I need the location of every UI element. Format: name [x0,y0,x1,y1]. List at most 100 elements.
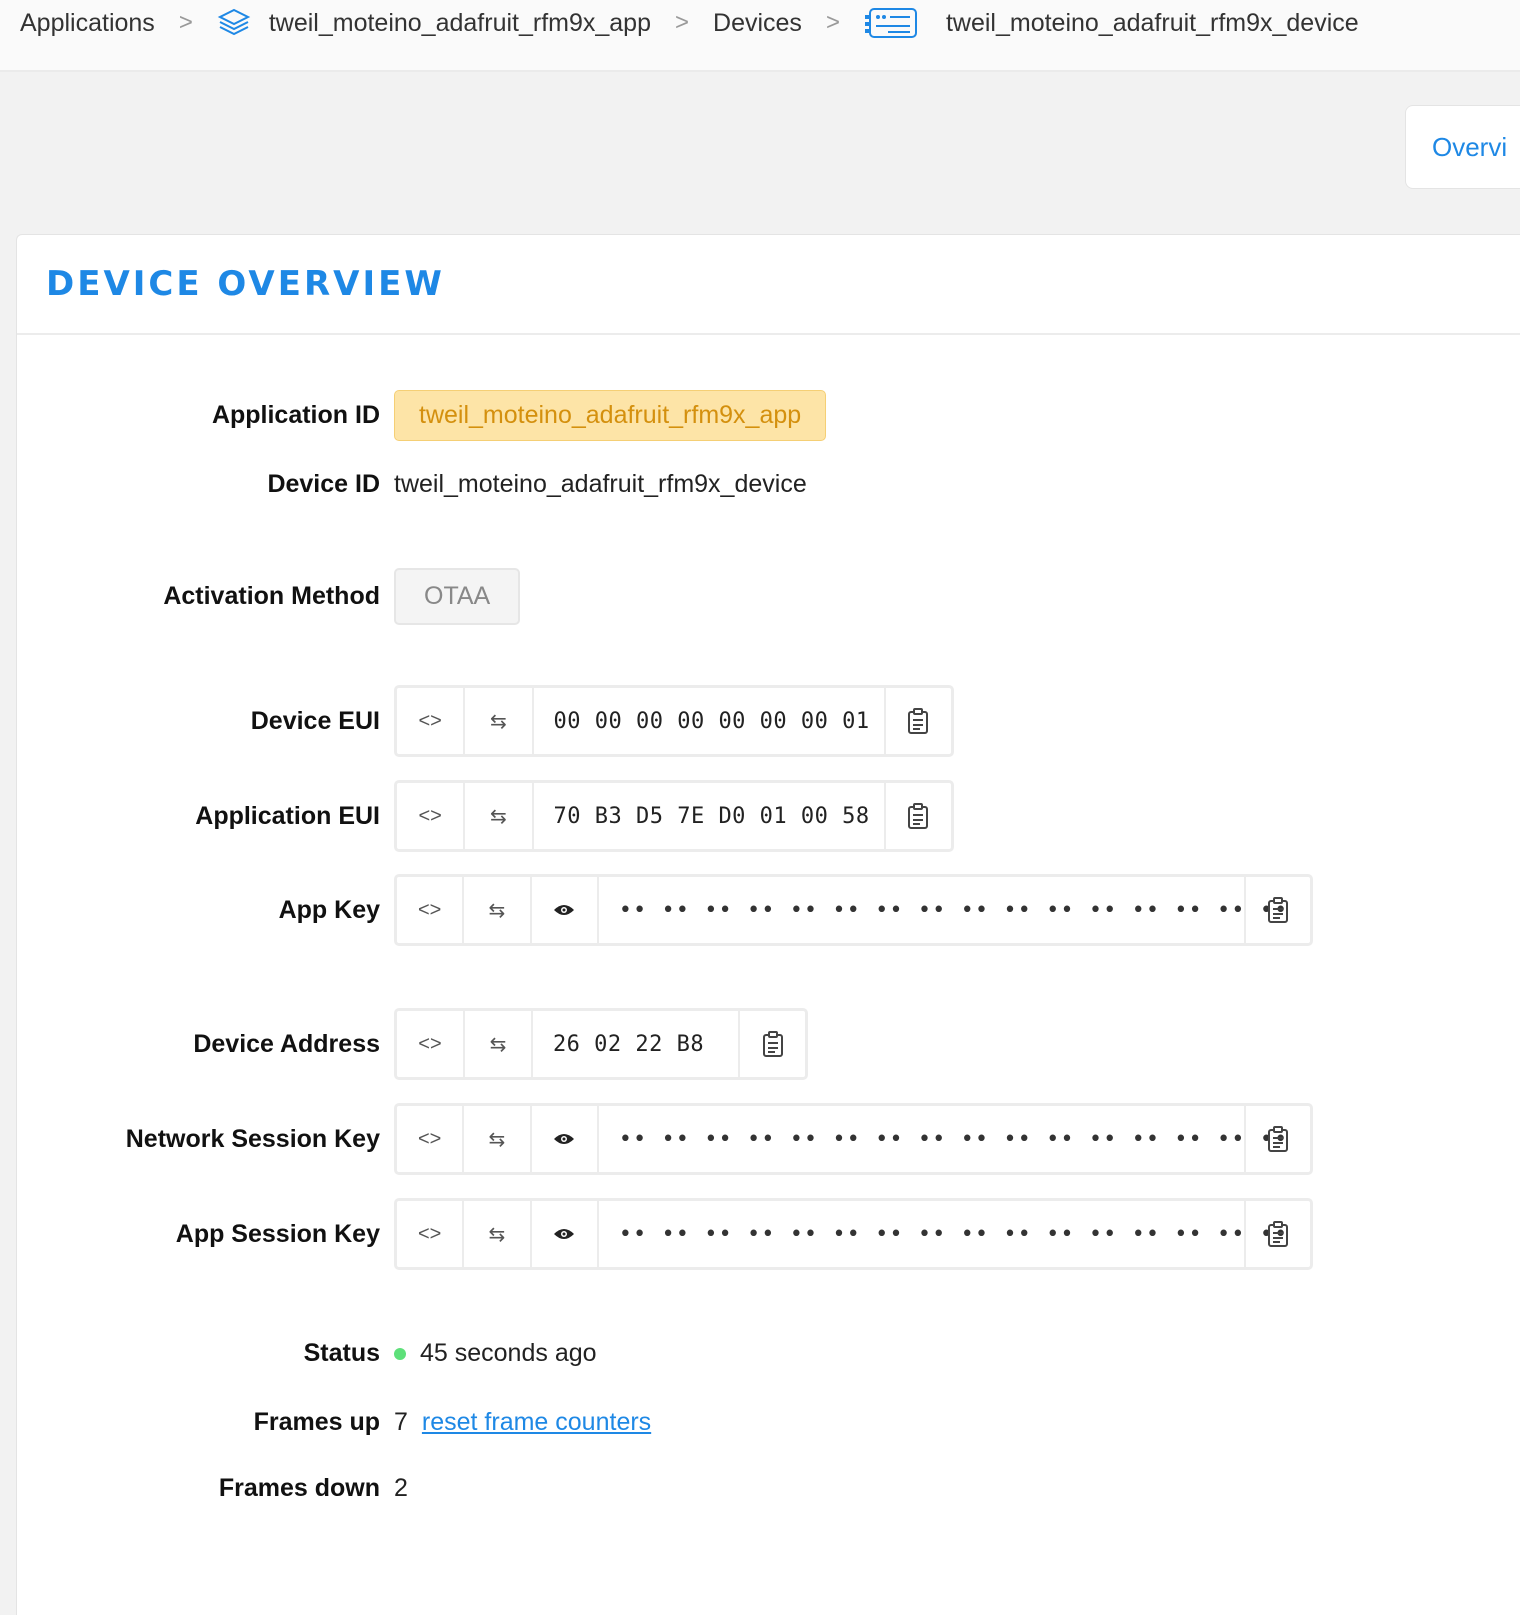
byte-order-button[interactable]: ⇆ [465,1011,533,1077]
swap-icon: ⇆ [488,1223,506,1246]
status-dot-icon [394,1347,406,1360]
page-title: DEVICE OVERVIEW [46,264,445,304]
app-key-label: App Key [278,895,380,924]
device-overview-panel: DEVICE OVERVIEW Application ID tweil_mot… [16,234,1520,1615]
device-eui-label: Device EUI [250,706,380,735]
application-eui-field: <> ⇆ 70 B3 D5 7E D0 01 00 58 [394,780,954,852]
breadcrumb-device[interactable]: tweil_moteino_adafruit_rfm9x_device [946,9,1359,38]
app-key-field: <> ⇆ •• •• •• •• •• •• •• •• •• •• •• ••… [394,874,1313,946]
copy-button[interactable] [1246,1106,1310,1172]
show-key-button[interactable] [532,877,599,943]
eye-icon [554,1229,575,1239]
clipboard-icon [908,708,929,734]
status-value: 45 seconds ago [420,1339,597,1367]
show-key-button[interactable] [532,1106,599,1172]
app-key-value: •• •• •• •• •• •• •• •• •• •• •• •• •• •… [599,877,1287,943]
code-icon: <> [418,709,442,732]
tab-overview[interactable]: Overvi [1405,105,1520,189]
swap-icon: ⇆ [488,899,506,922]
copy-button[interactable] [1246,877,1310,943]
application-id-tag[interactable]: tweil_moteino_adafruit_rfm9x_app [394,390,827,441]
device-address-label: Device Address [193,1029,380,1058]
code-icon: <> [418,1032,442,1055]
application-id-row: Application ID tweil_moteino_adafruit_rf… [17,390,827,441]
application-eui-label: Application EUI [195,801,380,830]
code-format-button[interactable]: <> [397,1106,465,1172]
device-id-row: Device ID tweil_moteino_adafruit_rfm9x_d… [17,470,807,499]
chevron-right-icon: > [178,9,193,36]
device-eui-value: 00 00 00 00 00 00 00 01 [534,688,886,754]
frames-up-label: Frames up [253,1408,380,1436]
breadcrumb: Applications > tweil_moteino_adafruit_rf… [20,0,1359,46]
device-eui-row: Device EUI <> ⇆ 00 00 00 00 00 00 00 01 [17,685,954,757]
byte-order-button[interactable]: ⇆ [465,783,534,849]
activation-method-label: Activation Method [163,582,380,610]
application-id-label: Application ID [211,401,380,429]
copy-button[interactable] [886,783,951,849]
swap-icon: ⇆ [489,1033,507,1056]
code-icon: <> [418,804,442,827]
application-eui-row: Application EUI <> ⇆ 70 B3 D5 7E D0 01 0… [17,780,954,852]
copy-button[interactable] [1246,1201,1310,1267]
tab-overview-label: Overvi [1432,131,1508,162]
code-icon: <> [417,898,442,921]
app-session-key-value: •• •• •• •• •• •• •• •• •• •• •• •• •• •… [599,1201,1287,1267]
status-row: Status 45 seconds ago [17,1339,597,1368]
frames-up-row: Frames up 7 reset frame counters [17,1408,652,1437]
code-format-button[interactable]: <> [397,1011,465,1077]
reset-frame-counters-link[interactable]: reset frame counters [422,1408,651,1437]
byte-order-button[interactable]: ⇆ [464,1106,532,1172]
byte-order-button[interactable]: ⇆ [464,1201,532,1267]
frames-down-row: Frames down 2 [17,1474,408,1503]
device-icon [864,6,920,40]
copy-button[interactable] [740,1011,805,1077]
device-address-field: <> ⇆ 26 02 22 B8 [394,1008,808,1080]
layers-icon [217,6,251,40]
clipboard-icon [1267,897,1288,923]
code-format-button[interactable]: <> [397,688,466,754]
swap-icon: ⇆ [489,710,507,733]
network-session-key-field: <> ⇆ •• •• •• •• •• •• •• •• •• •• •• ••… [394,1103,1313,1175]
code-format-button[interactable]: <> [397,783,466,849]
app-session-key-label: App Session Key [175,1219,380,1248]
device-eui-field: <> ⇆ 00 00 00 00 00 00 00 01 [394,685,954,757]
top-bar: Applications > tweil_moteino_adafruit_rf… [0,0,1520,72]
code-icon: <> [417,1222,442,1245]
eye-icon [554,905,575,915]
byte-order-button[interactable]: ⇆ [464,877,532,943]
clipboard-icon [908,803,929,829]
code-format-button[interactable]: <> [397,1201,465,1267]
swap-icon: ⇆ [488,1128,506,1151]
clipboard-icon [1267,1126,1288,1152]
byte-order-button[interactable]: ⇆ [465,688,534,754]
activation-method-badge: OTAA [394,568,521,625]
clipboard-icon [1267,1221,1288,1247]
breadcrumb-app[interactable]: tweil_moteino_adafruit_rfm9x_app [269,9,651,38]
network-session-key-value: •• •• •• •• •• •• •• •• •• •• •• •• •• •… [599,1106,1287,1172]
device-id-label: Device ID [267,470,380,498]
status-label: Status [303,1339,380,1367]
app-key-row: App Key <> ⇆ •• •• •• •• •• •• •• •• •• … [17,874,1313,946]
copy-button[interactable] [886,688,951,754]
panel-header: DEVICE OVERVIEW [17,235,1520,335]
device-address-row: Device Address <> ⇆ 26 02 22 B8 [17,1008,808,1080]
chevron-right-icon: > [825,9,840,36]
frames-up-value: 7 [394,1408,408,1436]
frames-down-label: Frames down [218,1474,380,1502]
chevron-right-icon: > [675,9,690,36]
device-address-value: 26 02 22 B8 [533,1011,741,1077]
show-key-button[interactable] [532,1201,599,1267]
network-session-key-row: Network Session Key <> ⇆ •• •• •• •• •• … [17,1103,1313,1175]
code-icon: <> [417,1127,442,1150]
device-id-value: tweil_moteino_adafruit_rfm9x_device [394,470,807,498]
eye-icon [554,1134,575,1144]
app-session-key-field: <> ⇆ •• •• •• •• •• •• •• •• •• •• •• ••… [394,1198,1313,1270]
network-session-key-label: Network Session Key [125,1124,380,1153]
breadcrumb-applications[interactable]: Applications [20,9,155,38]
code-format-button[interactable]: <> [397,877,465,943]
clipboard-icon [762,1031,783,1057]
breadcrumb-devices[interactable]: Devices [713,9,802,38]
frames-down-value: 2 [394,1474,408,1502]
swap-icon: ⇆ [489,805,507,828]
app-session-key-row: App Session Key <> ⇆ •• •• •• •• •• •• •… [17,1198,1313,1270]
